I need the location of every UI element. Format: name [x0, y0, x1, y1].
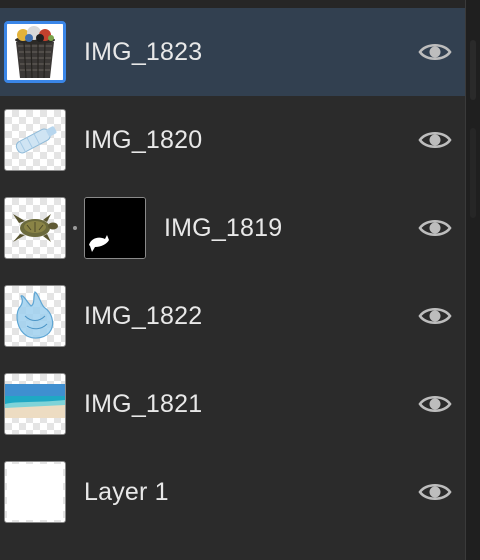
layer-name[interactable]: IMG_1819 — [164, 184, 282, 272]
layer-name[interactable]: Layer 1 — [84, 448, 169, 536]
scrollbar-thumb[interactable] — [470, 40, 476, 100]
plastic-bottle-image — [15, 126, 57, 154]
layer-row-img-1820[interactable]: IMG_1820 — [0, 96, 465, 184]
vertical-scrollbar[interactable] — [465, 0, 480, 560]
layers-panel: IMG_1823 IMG_1820 IMG_1819 IMG_1822 IMG_… — [0, 0, 480, 560]
layer-thumbnail[interactable] — [4, 21, 66, 83]
scrollbar-segment — [470, 128, 476, 218]
layer-thumbnail[interactable] — [4, 197, 66, 259]
layer-row-img-1822[interactable]: IMG_1822 — [0, 272, 465, 360]
layers-list: IMG_1823 IMG_1820 IMG_1819 IMG_1822 IMG_… — [0, 8, 465, 536]
eye-icon[interactable] — [418, 128, 452, 152]
plastic-bag-image — [16, 291, 54, 339]
eye-icon[interactable] — [418, 480, 452, 504]
link-dot-icon — [73, 226, 77, 230]
layer-name[interactable]: IMG_1823 — [84, 8, 202, 96]
layer-row-img-1823[interactable]: IMG_1823 — [0, 8, 465, 96]
trash-bin-image — [7, 24, 63, 80]
eye-icon[interactable] — [418, 40, 452, 64]
eye-icon[interactable] — [418, 304, 452, 328]
eye-icon[interactable] — [418, 392, 452, 416]
blank-white-layer — [7, 464, 63, 520]
sea-turtle-image — [13, 214, 58, 242]
layer-row-layer-1[interactable]: Layer 1 — [0, 448, 465, 536]
layer-mask-thumbnail[interactable] — [84, 197, 146, 259]
layer-thumbnail[interactable] — [4, 373, 66, 435]
turtle-mask-image — [85, 198, 145, 258]
eye-icon[interactable] — [418, 216, 452, 240]
layer-row-img-1821[interactable]: IMG_1821 — [0, 360, 465, 448]
beach-image — [5, 384, 65, 418]
layer-row-img-1819[interactable]: IMG_1819 — [0, 184, 465, 272]
panel-top-strip — [0, 0, 465, 8]
layer-name[interactable]: IMG_1821 — [84, 360, 202, 448]
layer-thumbnail[interactable] — [4, 109, 66, 171]
layer-thumbnail[interactable] — [4, 461, 66, 523]
layer-name[interactable]: IMG_1820 — [84, 96, 202, 184]
layer-name[interactable]: IMG_1822 — [84, 272, 202, 360]
layer-thumbnail[interactable] — [4, 285, 66, 347]
